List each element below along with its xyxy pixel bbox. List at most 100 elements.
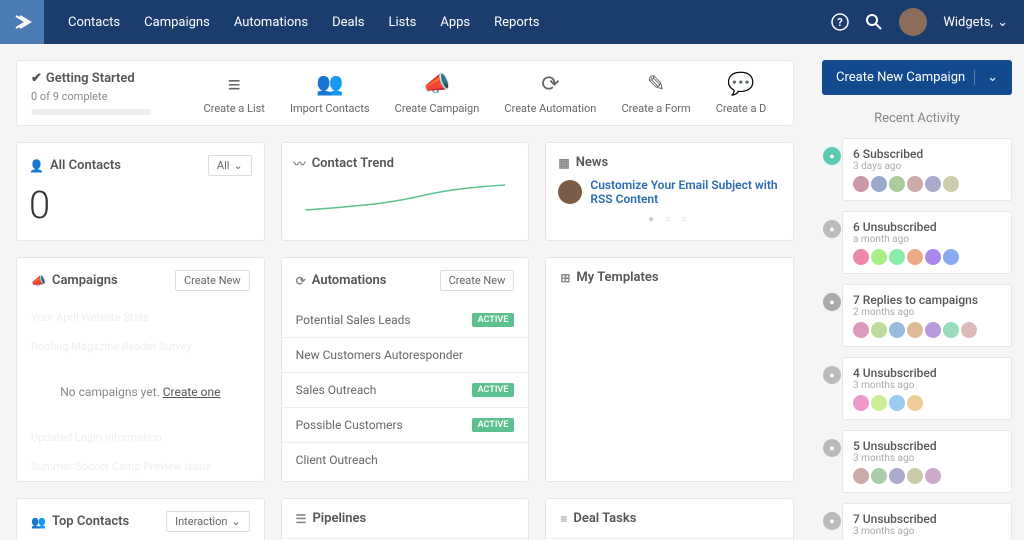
- avatar: [853, 395, 869, 411]
- status-badge: ACTIVE: [472, 418, 515, 432]
- activity-time: a month ago: [853, 234, 1001, 245]
- gs-list[interactable]: ≡ Create a List: [204, 72, 265, 115]
- gs-refresh[interactable]: ⟳Create Automation: [504, 72, 596, 115]
- avatar: [907, 322, 923, 338]
- sidebar: Create New Campaign ⌄ Recent Activity ●6…: [810, 44, 1024, 540]
- check-icon: ✔: [31, 71, 42, 86]
- activity-time: 3 months ago: [853, 526, 1001, 537]
- card-title: All Contacts: [50, 158, 121, 173]
- avatar: [871, 249, 887, 265]
- status-badge: ACTIVE: [472, 383, 515, 397]
- avatar: [907, 176, 923, 192]
- nav-lists[interactable]: Lists: [389, 15, 417, 30]
- news-pagination[interactable]: ● ○ ○: [558, 214, 781, 225]
- automation-row[interactable]: Client Outreach: [282, 442, 529, 477]
- account-menu[interactable]: Widgets, ⌄: [943, 15, 1008, 30]
- grid-icon: ⊞: [560, 271, 570, 285]
- news-card: ▦News Customize Your Email Subject with …: [545, 142, 794, 241]
- avatar: [871, 322, 887, 338]
- gs-label: Create a Form: [622, 102, 691, 115]
- getting-started-title: ✔Getting Started: [31, 71, 191, 86]
- card-title: My Templates: [576, 270, 658, 285]
- activity-bullet-icon: ●: [823, 366, 841, 384]
- automation-row[interactable]: New Customers Autoresponder: [282, 337, 529, 372]
- avatar: [853, 176, 869, 192]
- nav-apps[interactable]: Apps: [440, 15, 470, 30]
- avatar: [943, 322, 959, 338]
- news-avatar: [558, 180, 582, 204]
- gs-megaphone[interactable]: 📣Create Campaign: [395, 72, 480, 115]
- card-title: Pipelines: [312, 511, 366, 526]
- avatar: [925, 468, 941, 484]
- avatar: [907, 249, 923, 265]
- activity-item[interactable]: ●4 Unsubscribed3 months ago: [842, 357, 1012, 420]
- activity-bullet-icon: ●: [823, 439, 841, 457]
- create-campaign-button[interactable]: Create New: [175, 270, 250, 291]
- recent-activity-title: Recent Activity: [822, 111, 1012, 126]
- avatar: [907, 395, 923, 411]
- activity-title: 6 Unsubscribed: [853, 220, 1001, 234]
- chevron-down-icon: ⌄: [231, 515, 240, 528]
- refresh-icon: ⟳: [504, 72, 596, 98]
- avatar: [889, 395, 905, 411]
- trend-icon: 〰: [294, 155, 306, 172]
- create-new-campaign-button[interactable]: Create New Campaign ⌄: [822, 60, 1012, 95]
- list-icon: ≡: [204, 72, 265, 98]
- activity-item[interactable]: ●7 Unsubscribed3 months ago: [842, 503, 1012, 540]
- contacts-filter-dropdown[interactable]: All ⌄: [208, 155, 252, 176]
- top-contacts-filter[interactable]: Interaction ⌄: [166, 511, 250, 532]
- trend-chart: [294, 180, 517, 220]
- automation-row[interactable]: Potential Sales LeadsACTIVE: [282, 303, 529, 337]
- chevron-down-icon: ⌄: [233, 159, 242, 172]
- nav-items: Contacts Campaigns Automations Deals Lists Ap…: [68, 15, 831, 30]
- card-title: Campaigns: [52, 273, 118, 288]
- nav-contacts[interactable]: Contacts: [68, 15, 120, 30]
- news-icon: ▦: [558, 156, 569, 170]
- avatar: [943, 176, 959, 192]
- news-headline[interactable]: Customize Your Email Subject with RSS Co…: [590, 178, 781, 206]
- chat-icon: 💬: [716, 72, 767, 98]
- avatar: [925, 322, 941, 338]
- activity-bullet-icon: ●: [823, 220, 841, 238]
- activity-item[interactable]: ●6 Unsubscribeda month ago: [842, 211, 1012, 274]
- logo[interactable]: [0, 0, 44, 44]
- avatar: [871, 395, 887, 411]
- gs-chat[interactable]: 💬 Create a D: [716, 72, 767, 115]
- avatar: [853, 322, 869, 338]
- avatar: [925, 249, 941, 265]
- logo-icon: [12, 12, 32, 32]
- nav-reports[interactable]: Reports: [494, 15, 539, 30]
- activity-title: 4 Unsubscribed: [853, 366, 1001, 380]
- activity-item[interactable]: ●7 Replies to campaigns2 months ago: [842, 284, 1012, 347]
- gs-label: Create a D: [716, 102, 767, 115]
- gs-label: Create a List: [204, 102, 265, 115]
- avatar: [853, 468, 869, 484]
- pipelines-card: ☰Pipelines Sales Leads$64,350Vendors$7,5…: [281, 498, 530, 540]
- contacts-count: 0: [29, 184, 252, 228]
- nav-automations[interactable]: Automations: [234, 15, 308, 30]
- nav-campaigns[interactable]: Campaigns: [144, 15, 210, 30]
- help-icon[interactable]: ?: [831, 13, 849, 31]
- search-icon[interactable]: [865, 13, 883, 31]
- campaigns-empty: No campaigns yet. Create one: [17, 361, 264, 423]
- automation-row[interactable]: Sales OutreachACTIVE: [282, 372, 529, 407]
- create-automation-button[interactable]: Create New: [440, 270, 515, 291]
- templates-card: ⊞ My Templates: [545, 257, 794, 482]
- gs-label: Import Contacts: [290, 102, 370, 115]
- main-content: ✔Getting Started 0 of 9 complete ≡Create…: [0, 44, 810, 540]
- automation-row[interactable]: Possible CustomersACTIVE: [282, 407, 529, 442]
- gs-label: Create Campaign: [395, 102, 480, 115]
- nav-deals[interactable]: Deals: [332, 15, 364, 30]
- gs-pencil[interactable]: ✎Create a Form: [622, 72, 691, 115]
- nav-right: ? Widgets, ⌄: [831, 8, 1008, 36]
- activity-title: 7 Unsubscribed: [853, 512, 1001, 526]
- activity-item[interactable]: ●5 Unsubscribed3 months ago: [842, 430, 1012, 493]
- create-one-link[interactable]: Create one: [163, 385, 221, 399]
- activity-time: 3 months ago: [853, 380, 1001, 391]
- gs-users[interactable]: 👥Import Contacts: [290, 72, 370, 115]
- user-avatar[interactable]: [899, 8, 927, 36]
- automations-card: ⟳Automations Create New Potential Sales …: [281, 257, 530, 482]
- avatar: [943, 249, 959, 265]
- activity-bullet-icon: ●: [823, 293, 841, 311]
- activity-item[interactable]: ●6 Subscribed3 days ago: [842, 138, 1012, 201]
